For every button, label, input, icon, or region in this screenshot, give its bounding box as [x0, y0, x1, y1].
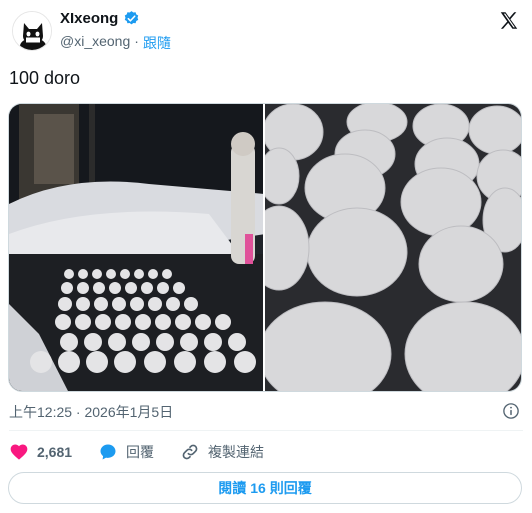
link-icon	[182, 444, 198, 460]
cat-avatar-icon	[13, 12, 51, 50]
tweet-media[interactable]	[8, 103, 522, 392]
divider	[9, 430, 523, 431]
author-name-row: XIxeong	[60, 10, 140, 27]
read-replies-button[interactable]: 閱讀 16 則回覆	[8, 472, 522, 504]
tweet-timestamp[interactable]: 上午12:25 · 2026年1月5日	[9, 402, 173, 422]
copy-link-label: 複製連結	[208, 444, 265, 460]
verified-badge-icon	[125, 11, 139, 25]
reply-label: 回覆	[126, 444, 155, 460]
tweet-card: XIxeong @xi_xeong · 跟隨 100 doro 上午12:25 …	[0, 0, 532, 513]
tweet-text: 100 doro	[9, 68, 81, 88]
reply-button[interactable]: 回覆	[98, 442, 154, 462]
x-logo-icon[interactable]	[498, 10, 520, 32]
read-replies-count: 16	[250, 480, 266, 496]
photo-snow-figures-street[interactable]	[9, 104, 263, 391]
follow-link[interactable]: 跟隨	[143, 33, 171, 53]
photo-snow-figures-closeup[interactable]	[265, 104, 521, 391]
read-replies-prefix: 閱讀	[218, 480, 247, 496]
handle[interactable]: @xi_xeong	[60, 33, 130, 53]
like-button[interactable]: 2,681	[9, 442, 72, 462]
avatar[interactable]	[12, 11, 52, 51]
photo-closeup-scene	[265, 104, 521, 391]
display-name[interactable]: XIxeong	[60, 10, 118, 27]
read-replies-suffix: 則回覆	[269, 480, 312, 496]
reply-bubble-icon	[100, 444, 116, 460]
likes-count: 2,681	[37, 444, 73, 460]
action-bar: 2,681 回覆 複製連結	[9, 441, 290, 463]
handle-row: @xi_xeong · 跟隨	[60, 33, 171, 53]
handle-separator: ·	[134, 33, 139, 49]
photo-street-scene	[9, 104, 263, 391]
heart-icon	[10, 444, 28, 460]
info-icon[interactable]	[502, 402, 520, 420]
copy-link-button[interactable]: 複製連結	[180, 442, 264, 462]
